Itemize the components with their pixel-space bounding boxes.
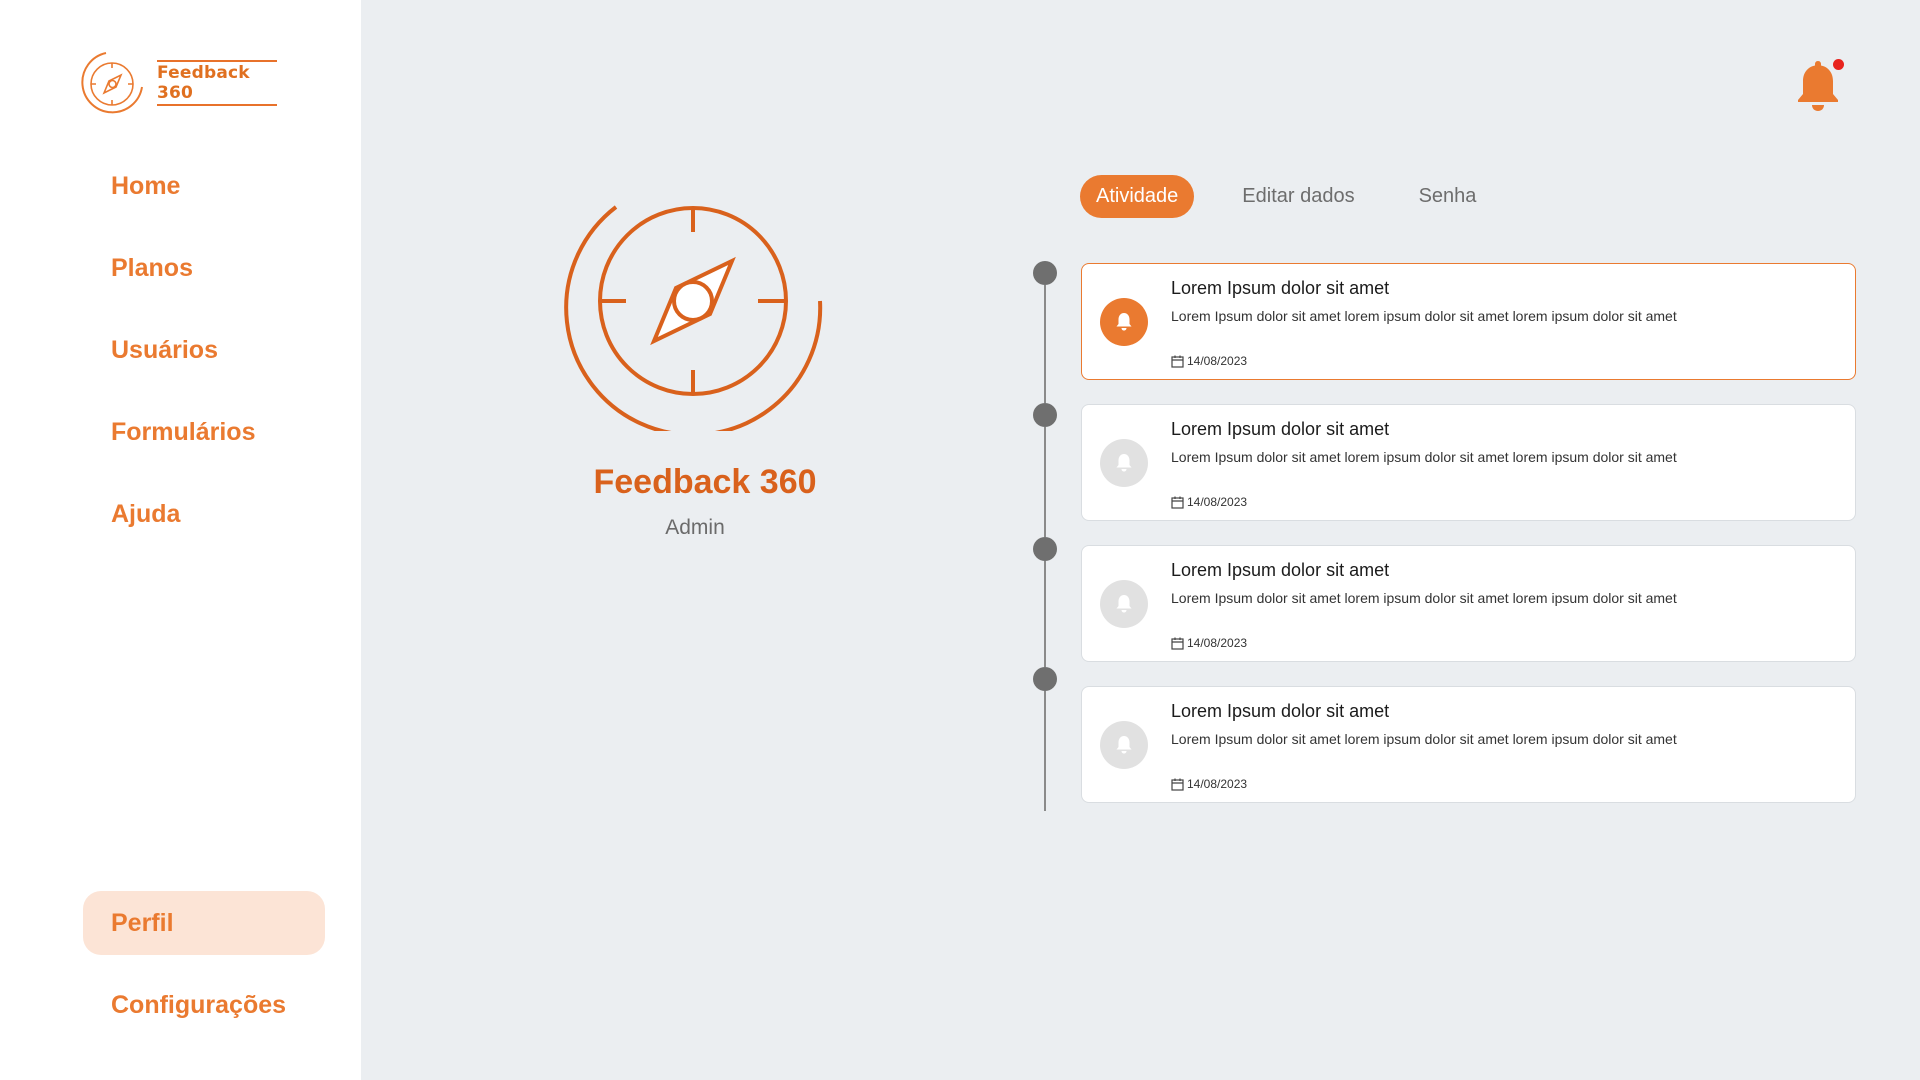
sidebar-item-planos[interactable]: Planos [83, 236, 325, 300]
activity-card[interactable]: Lorem Ipsum dolor sit amet Lorem Ipsum d… [1081, 686, 1856, 803]
notification-bell-icon [1100, 580, 1148, 628]
sidebar-item-usuarios[interactable]: Usuários [83, 318, 325, 382]
calendar-icon [1171, 637, 1184, 650]
activity-date: 14/08/2023 [1171, 636, 1247, 650]
timeline-connector [1044, 285, 1046, 403]
activity-description: Lorem Ipsum dolor sit amet lorem ipsum d… [1171, 731, 1677, 747]
logo-text: Feedback 360 [157, 63, 250, 103]
calendar-icon [1171, 355, 1184, 368]
notification-bell-icon [1100, 721, 1148, 769]
profile-tabs: Atividade Editar dados Senha [1080, 175, 1492, 218]
logo-text-box: Feedback 360 [157, 60, 277, 106]
profile-avatar-compass-icon [564, 205, 823, 431]
activity-date: 14/08/2023 [1171, 354, 1247, 368]
activity-card[interactable]: Lorem Ipsum dolor sit amet Lorem Ipsum d… [1081, 545, 1856, 662]
activity-date: 14/08/2023 [1171, 777, 1247, 791]
activity-date-text: 14/08/2023 [1187, 777, 1248, 791]
timeline-dot [1033, 537, 1057, 561]
activity-description: Lorem Ipsum dolor sit amet lorem ipsum d… [1171, 590, 1677, 606]
tab-atividade[interactable]: Atividade [1080, 175, 1195, 218]
timeline-dot [1033, 403, 1057, 427]
tab-editar-dados[interactable]: Editar dados [1226, 175, 1370, 218]
sidebar-item-configuracoes[interactable]: Configurações [83, 973, 325, 1037]
notification-bell-icon [1100, 298, 1148, 346]
activity-card[interactable]: Lorem Ipsum dolor sit amet Lorem Ipsum d… [1081, 404, 1856, 521]
notification-badge [1833, 59, 1844, 70]
timeline-dot [1033, 667, 1057, 691]
sidebar-item-home[interactable]: Home [83, 154, 325, 218]
activity-date-text: 14/08/2023 [1187, 495, 1248, 509]
timeline-connector [1044, 691, 1046, 811]
activity-timeline [1033, 261, 1057, 811]
timeline-connector [1044, 427, 1046, 537]
activity-date: 14/08/2023 [1171, 495, 1247, 509]
sidebar-item-perfil[interactable]: Perfil [83, 891, 325, 955]
notification-bell-icon [1100, 439, 1148, 487]
activity-description: Lorem Ipsum dolor sit amet lorem ipsum d… [1171, 308, 1677, 324]
sidebar-item-ajuda[interactable]: Ajuda [83, 482, 325, 546]
activity-description: Lorem Ipsum dolor sit amet lorem ipsum d… [1171, 449, 1677, 465]
calendar-icon [1171, 778, 1184, 791]
calendar-icon [1171, 496, 1184, 509]
profile-name: Feedback 360 [593, 463, 817, 501]
activity-title: Lorem Ipsum dolor sit amet [1171, 419, 1390, 439]
activity-title: Lorem Ipsum dolor sit amet [1171, 278, 1390, 298]
sidebar: Feedback 360 Home Planos Usuários Formul… [0, 0, 361, 1080]
tab-senha[interactable]: Senha [1403, 175, 1493, 218]
timeline-connector [1044, 561, 1046, 667]
activity-title: Lorem Ipsum dolor sit amet [1171, 560, 1390, 580]
activity-card[interactable]: Lorem Ipsum dolor sit amet Lorem Ipsum d… [1081, 263, 1856, 380]
activity-date-text: 14/08/2023 [1187, 636, 1248, 650]
timeline-dot [1033, 261, 1057, 285]
activity-title: Lorem Ipsum dolor sit amet [1171, 701, 1390, 721]
activity-date-text: 14/08/2023 [1187, 354, 1248, 368]
sidebar-item-formularios[interactable]: Formulários [83, 400, 325, 464]
profile-role: Admin [665, 516, 725, 539]
app-logo[interactable]: Feedback 360 [79, 49, 277, 117]
compass-logo-icon [81, 52, 143, 114]
